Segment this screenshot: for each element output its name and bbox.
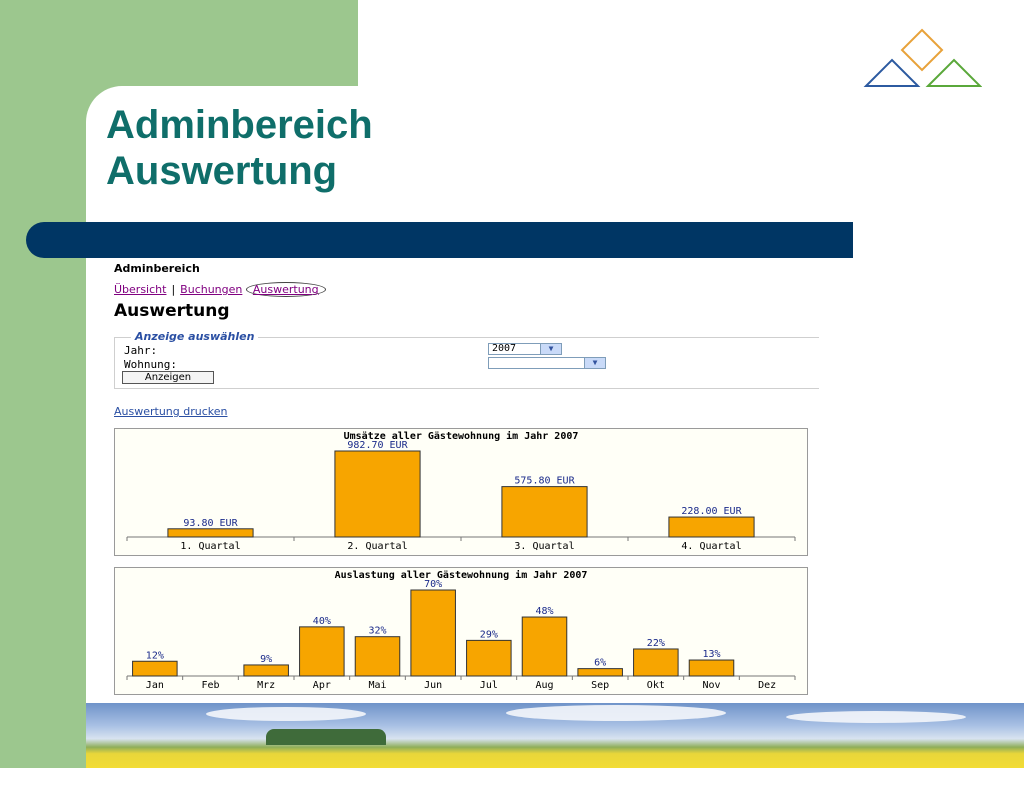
- apartment-label: Wohnung:: [124, 358, 177, 371]
- show-button[interactable]: Anzeigen: [122, 371, 214, 384]
- revenue-chart-svg: Umsätze aller Gästewohnung im Jahr 20079…: [126, 430, 796, 552]
- slide-title-line1: Adminbereich: [106, 103, 373, 147]
- chart-bar: [668, 516, 755, 538]
- bar-value-label: 12%: [146, 650, 164, 661]
- bar-value-label: 228.00 EUR: [681, 506, 742, 517]
- bar-value-label: 6%: [594, 658, 606, 669]
- chart-bar: [633, 648, 679, 677]
- x-tick-label: 4. Quartal: [681, 541, 741, 552]
- app-header: Adminbereich: [114, 262, 200, 275]
- x-tick-label: 2. Quartal: [347, 541, 407, 552]
- chart-bar: [410, 589, 456, 677]
- print-evaluation-link[interactable]: Auswertung drucken: [114, 405, 228, 418]
- chevron-down-icon[interactable]: ▼: [540, 344, 561, 354]
- filter-legend: Anzeige auswählen: [131, 330, 259, 343]
- cloud: [786, 711, 966, 723]
- x-tick-label: Mrz: [257, 680, 275, 691]
- chart-bar: [167, 528, 254, 538]
- chart-bar: [132, 660, 178, 677]
- year-select[interactable]: 2007 ▼: [488, 343, 562, 355]
- bar-value-label: 22%: [647, 638, 665, 649]
- revenue-chart: Umsätze aller Gästewohnung im Jahr 2007 9…: [114, 428, 808, 556]
- nav-link-uebersicht[interactable]: Übersicht: [114, 283, 166, 296]
- x-tick-label: Aug: [535, 680, 553, 691]
- bar-value-label: 48%: [535, 606, 553, 617]
- navy-divider-bar: [26, 222, 853, 258]
- nav-link-auswertung[interactable]: Auswertung: [245, 282, 326, 297]
- slide-title-line2: Auswertung: [106, 149, 338, 193]
- cloud: [506, 705, 726, 721]
- slide-title: Adminbereich Auswertung: [106, 102, 373, 194]
- app-screenshot: Adminbereich Übersicht | Buchungen Auswert…: [108, 258, 828, 703]
- apartment-select[interactable]: ▼: [488, 357, 606, 369]
- chart-bar: [577, 668, 623, 677]
- chart-bar: [334, 450, 421, 538]
- x-tick-label: Nov: [702, 680, 720, 691]
- occupancy-chart-svg: Auslastung aller Gästewohnung im Jahr 20…: [126, 569, 796, 691]
- year-select-value: 2007: [492, 343, 517, 354]
- bar-value-label: 9%: [260, 654, 272, 665]
- bar-value-label: 575.80 EUR: [514, 476, 575, 487]
- x-tick-label: Okt: [647, 680, 665, 691]
- chart-bar: [354, 636, 401, 677]
- x-tick-label: 1. Quartal: [180, 541, 240, 552]
- bar-value-label: 93.80 EUR: [183, 518, 238, 529]
- chart-bar: [521, 616, 568, 677]
- app-nav: Übersicht | Buchungen Auswertung: [114, 282, 326, 297]
- year-label: Jahr:: [124, 344, 158, 357]
- x-tick-label: 3. Quartal: [514, 541, 574, 552]
- x-tick-label: Mai: [368, 680, 386, 691]
- chart-title: Auslastung aller Gästewohnung im Jahr 20…: [335, 569, 588, 581]
- bar-value-label: 982.70 EUR: [347, 440, 408, 451]
- occupancy-chart: Auslastung aller Gästewohnung im Jahr 20…: [114, 567, 808, 695]
- x-tick-label: Jul: [480, 680, 498, 691]
- x-tick-label: Feb: [201, 680, 219, 691]
- chart-bar: [501, 486, 588, 538]
- bar-value-label: 40%: [313, 616, 331, 627]
- nav-separator: |: [171, 283, 176, 296]
- chart-bar: [466, 639, 512, 677]
- chart-bar: [299, 626, 345, 677]
- nav-link-buchungen[interactable]: Buchungen: [180, 283, 242, 296]
- tree-line: [266, 729, 386, 745]
- bar-value-label: 70%: [424, 579, 442, 590]
- cloud: [206, 707, 366, 721]
- filter-fieldset: Anzeige auswählen Jahr: 2007 ▼ Wohnung: …: [114, 330, 819, 389]
- bar-value-label: 13%: [702, 649, 720, 660]
- chart-bar: [243, 664, 289, 677]
- triangles-diamond-logo-icon: [863, 28, 982, 87]
- x-tick-label: Dez: [758, 680, 776, 691]
- x-tick-label: Apr: [313, 680, 331, 691]
- chevron-down-icon[interactable]: ▼: [584, 358, 605, 368]
- app-page-title: Auswertung: [114, 301, 230, 321]
- chart-bar: [688, 659, 735, 677]
- x-tick-label: Sep: [591, 680, 609, 691]
- bar-value-label: 29%: [480, 629, 498, 640]
- x-tick-label: Jun: [424, 680, 442, 691]
- landscape-photo: [86, 703, 1024, 768]
- bar-value-label: 32%: [368, 626, 386, 637]
- x-tick-label: Jan: [146, 680, 164, 691]
